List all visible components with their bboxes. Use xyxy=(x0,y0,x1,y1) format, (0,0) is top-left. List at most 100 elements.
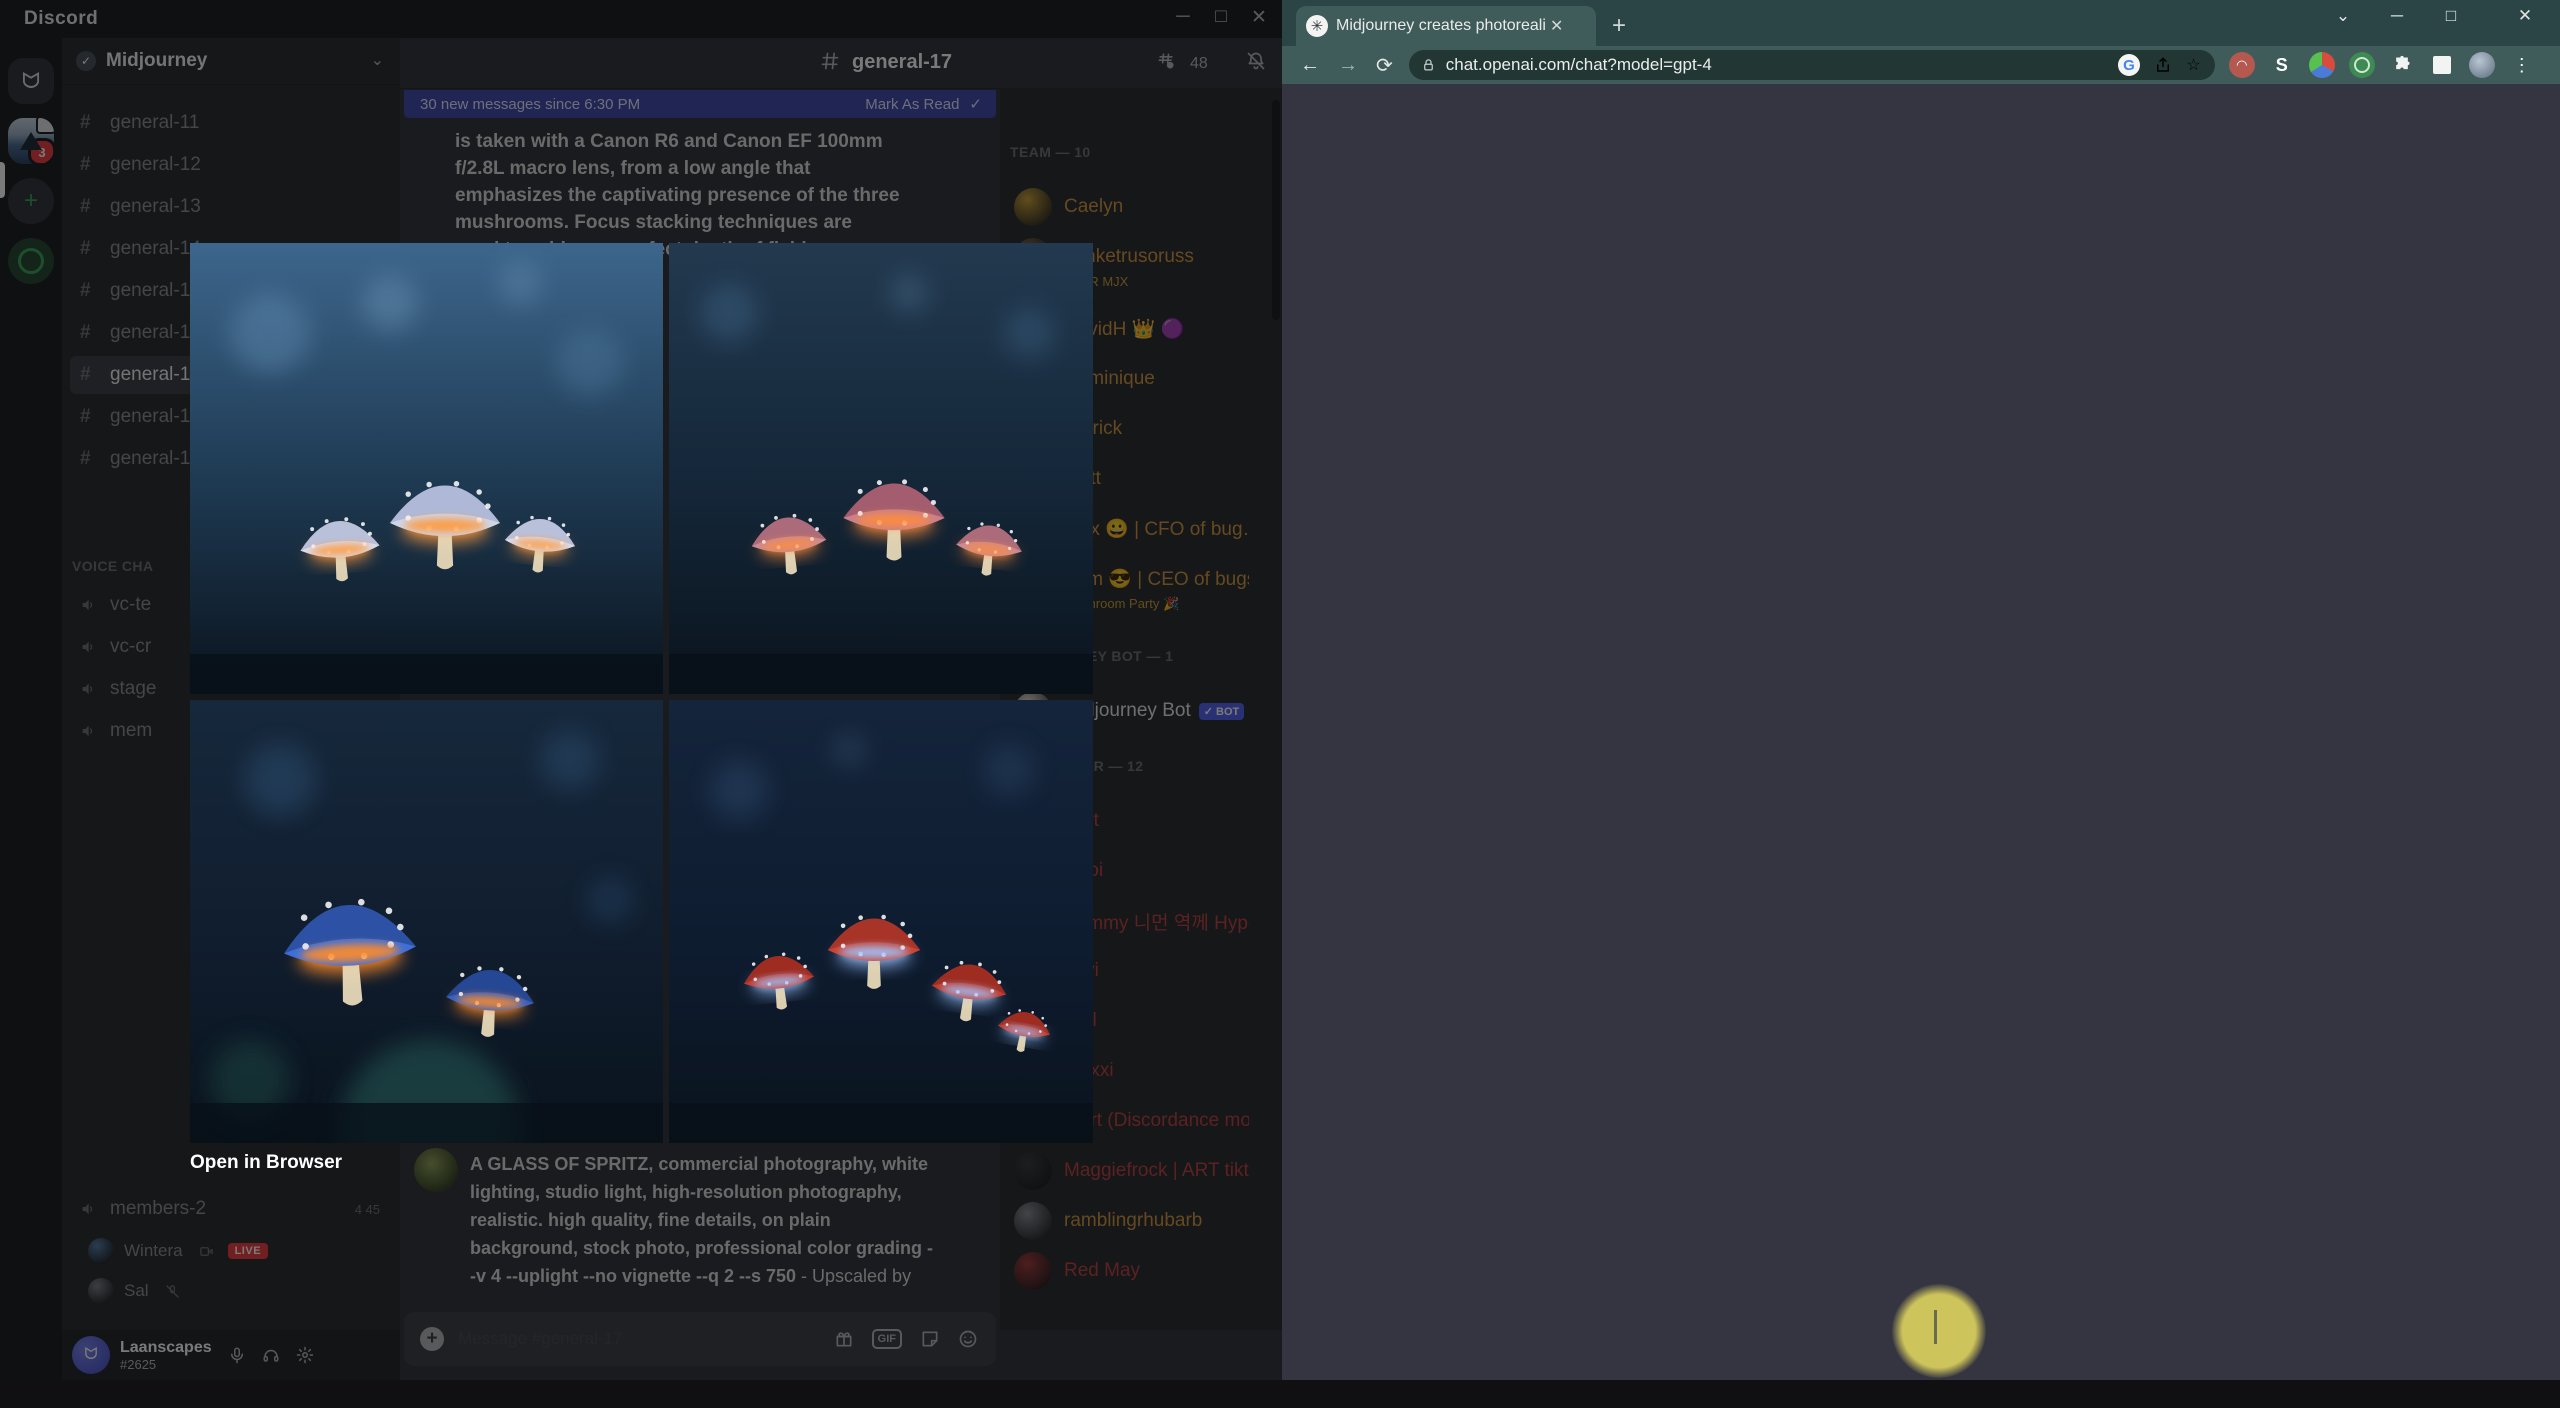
mark-as-read-button[interactable]: Mark As Read xyxy=(865,96,959,113)
new-tab-button[interactable]: + xyxy=(1612,12,1626,40)
member-item[interactable]: Red May xyxy=(1014,1252,1260,1290)
forum-channel-icon: # xyxy=(80,112,91,133)
voice-section-header[interactable]: VOICE CHA xyxy=(72,558,153,574)
extension-red-icon[interactable]: ◠ xyxy=(2228,52,2255,78)
open-in-browser-link[interactable]: Open in Browser xyxy=(190,1152,342,1174)
attach-plus-icon[interactable]: + xyxy=(420,1327,444,1351)
voice-channel-name: vc-te xyxy=(110,594,152,615)
headphones-icon[interactable] xyxy=(262,1346,280,1364)
member-section-header: TEAM — 10 xyxy=(1010,144,1091,160)
speaker-icon xyxy=(80,1201,102,1217)
mushroom-photo-top-left[interactable] xyxy=(190,243,663,694)
share-icon[interactable] xyxy=(2154,56,2172,74)
google-icon[interactable]: G xyxy=(2118,54,2141,76)
emoji-icon[interactable] xyxy=(958,1329,978,1349)
browser-minimize-button[interactable]: ─ xyxy=(2380,6,2414,26)
browser-maximize-button[interactable]: □ xyxy=(2434,6,2468,26)
side-panel-icon[interactable] xyxy=(2429,52,2455,78)
extension-color-icon[interactable] xyxy=(2308,52,2335,78)
user-panel: ᗢ Laanscapes #2625 xyxy=(62,1330,400,1380)
lock-icon xyxy=(1421,58,1436,73)
channel-name: general-16 xyxy=(110,322,201,343)
voice-user-Sal[interactable]: Sal xyxy=(88,1274,388,1308)
server-header[interactable]: ✓ Midjourney ⌄ xyxy=(62,38,400,85)
add-server-button[interactable]: + xyxy=(8,178,54,224)
channel-name: general-14 xyxy=(110,238,201,259)
server-name: Midjourney xyxy=(106,50,208,71)
check-icon: ✓ xyxy=(969,96,982,113)
back-icon[interactable]: ← xyxy=(1300,54,1320,77)
channel-item-general-12[interactable]: # general-12 xyxy=(70,146,392,184)
mic-icon[interactable] xyxy=(228,1346,246,1364)
verified-server-icon: ✓ xyxy=(76,51,96,71)
extension-shield-icon[interactable] xyxy=(2348,52,2375,78)
chat-message-bottom: A GLASS OF SPRITZ, commercial photograph… xyxy=(470,1150,935,1290)
bookmark-star-icon[interactable]: ☆ xyxy=(2186,55,2200,75)
mushroom-photo-bottom-left[interactable] xyxy=(190,700,663,1143)
channel-name: general-12 xyxy=(110,154,201,175)
mushroom-photo-bottom-right[interactable] xyxy=(669,700,1093,1143)
reload-icon[interactable]: ⟳ xyxy=(1376,53,1393,78)
forum-channel-icon: # xyxy=(80,196,91,217)
address-bar[interactable]: chat.openai.com/chat?model=gpt-4 G ☆ xyxy=(1408,50,2215,80)
voice-channel-members-2[interactable]: members-2 4 45 xyxy=(70,1190,392,1228)
mushroom-photo-top-right[interactable] xyxy=(669,243,1093,694)
gift-icon[interactable] xyxy=(834,1329,854,1349)
sticker-icon[interactable] xyxy=(920,1329,940,1349)
message-input-placeholder: Message #general-17 xyxy=(458,1329,623,1348)
member-item[interactable]: Caelyn xyxy=(1014,188,1260,226)
discord-server-rail: ᗢ 3 + xyxy=(0,38,62,1380)
member-item[interactable]: Maggiefrock | ART tiktok… xyxy=(1014,1152,1260,1190)
discord-home-button[interactable]: ᗢ xyxy=(8,58,54,104)
username: Laanscapes xyxy=(120,1338,212,1356)
profile-avatar[interactable] xyxy=(2468,52,2495,78)
new-messages-banner[interactable]: 30 new messages since 6:30 PM Mark As Re… xyxy=(404,90,996,118)
threads-icon[interactable] xyxy=(1156,51,1176,71)
forum-channel-icon: # xyxy=(80,280,91,301)
channel-item-general-11[interactable]: # general-11 xyxy=(70,104,392,142)
user-discriminator: #2625 xyxy=(120,1356,157,1372)
member-name: Maggiefrock | ART tiktok… xyxy=(1064,1160,1249,1181)
discord-logo-icon: ᗢ xyxy=(21,68,41,93)
browser-tab[interactable]: ✳ Midjourney creates photorealisti ✕ xyxy=(1296,6,1596,46)
channel-header: general-17 48 Search ↓ xyxy=(400,38,1678,89)
server-icon-midjourney[interactable]: 3 xyxy=(8,118,54,164)
upscaled-by-text: - Upscaled by xyxy=(796,1266,912,1286)
browser-close-button[interactable]: ✕ xyxy=(2508,6,2542,26)
thread-count: 48 xyxy=(1190,55,1208,72)
notifications-muted-icon[interactable] xyxy=(1246,51,1266,71)
voice-user-Wintera[interactable]: Wintera LIVE xyxy=(88,1234,388,1268)
settings-gear-icon[interactable] xyxy=(296,1346,314,1364)
channel-name: general-13 xyxy=(110,196,201,217)
mic-muted-icon xyxy=(165,1284,180,1299)
browser-menu-chevron[interactable]: ⌄ xyxy=(2326,6,2360,26)
message-avatar[interactable] xyxy=(414,1148,458,1192)
channel-item-general-13[interactable]: # general-13 xyxy=(70,188,392,226)
user-avatar[interactable]: ᗢ xyxy=(72,1336,110,1374)
forum-channel-icon: # xyxy=(80,364,91,385)
member-name: Caelyn xyxy=(1064,196,1124,217)
kebab-menu-icon[interactable]: ⋮ xyxy=(2509,52,2535,78)
forward-icon[interactable]: → xyxy=(1338,54,1358,77)
member-name: Red May xyxy=(1064,1260,1141,1281)
discord-maximize-button[interactable]: □ xyxy=(1206,6,1236,28)
member-item[interactable]: ramblingrhubarb xyxy=(1014,1202,1260,1240)
svg-text:G: G xyxy=(2124,57,2136,74)
discord-minimize-button[interactable]: ─ xyxy=(1168,6,1198,28)
voice-channel-name: members-2 xyxy=(110,1198,207,1219)
screen: Discord ─ □ ✕ ᗢ 3 + ✓ Midjourney ⌄ # gen… xyxy=(0,0,2560,1408)
tab-close-icon[interactable]: ✕ xyxy=(1550,16,1563,36)
discord-window: Discord ─ □ ✕ ᗢ 3 + ✓ Midjourney ⌄ # gen… xyxy=(0,0,1678,1380)
avatar xyxy=(88,1278,114,1304)
member-scrollbar-thumb[interactable] xyxy=(1272,100,1280,320)
explore-server-icon[interactable] xyxy=(8,238,54,284)
discord-close-button[interactable]: ✕ xyxy=(1244,6,1274,29)
streaming-badge xyxy=(36,118,54,134)
discord-titlebar: Discord ─ □ ✕ xyxy=(0,0,1282,38)
message-input[interactable]: + Message #general-17 GIF xyxy=(404,1312,996,1366)
extensions-puzzle-icon[interactable] xyxy=(2389,52,2415,78)
extension-s-icon[interactable]: S xyxy=(2269,52,2295,78)
gif-picker-icon[interactable]: GIF xyxy=(871,1329,902,1349)
url-text[interactable]: chat.openai.com/chat?model=gpt-4 xyxy=(1446,55,2119,75)
speaker-icon xyxy=(80,639,102,655)
